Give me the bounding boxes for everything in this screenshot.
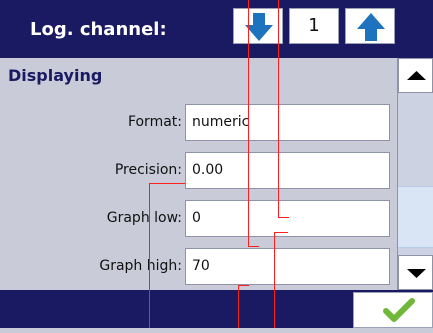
annotation-line-top-left-stub bbox=[248, 246, 259, 247]
header-bar: Log. channel: 1 bbox=[0, 0, 433, 58]
ok-button[interactable] bbox=[353, 292, 433, 328]
annotation-line-bottom-right-stub bbox=[274, 232, 288, 233]
form-row-precision: Precision: 0.00 bbox=[0, 152, 392, 189]
scroll-up-button[interactable] bbox=[398, 58, 433, 93]
form-row-graph-high: Graph high: 70 bbox=[0, 248, 392, 285]
annotation-line-bottom-right bbox=[274, 232, 275, 328]
annotation-line-bottom-center bbox=[238, 285, 239, 328]
precision-input[interactable]: 0.00 bbox=[185, 152, 390, 189]
section-title-displaying: Displaying bbox=[8, 66, 103, 85]
vertical-scrollbar[interactable] bbox=[397, 58, 433, 290]
graph-high-input[interactable]: 70 bbox=[185, 248, 390, 285]
log-channel-title: Log. channel: bbox=[30, 19, 167, 40]
annotation-line-top-left bbox=[248, 0, 249, 246]
annotation-line-bottom-left bbox=[149, 183, 150, 328]
log-channel-up-button[interactable] bbox=[345, 8, 395, 44]
triangle-down-icon bbox=[407, 269, 426, 278]
scroll-down-button[interactable] bbox=[398, 255, 433, 290]
graph-low-label: Graph low: bbox=[106, 210, 182, 226]
graph-high-label: Graph high: bbox=[99, 258, 182, 274]
precision-label: Precision: bbox=[114, 162, 182, 178]
form-row-format: Format: numeric bbox=[0, 104, 392, 141]
format-input[interactable]: numeric bbox=[185, 104, 390, 141]
form-row-graph-low: Graph low: 0 bbox=[0, 200, 392, 237]
arrow-down-icon bbox=[245, 13, 273, 41]
scrollbar-thumb[interactable] bbox=[398, 186, 433, 248]
annotation-line-top-right bbox=[278, 0, 279, 217]
triangle-up-icon bbox=[407, 71, 426, 80]
log-channel-counter: 1 bbox=[289, 8, 339, 44]
annotation-line-top-right-stub bbox=[278, 217, 289, 218]
arrow-up-icon bbox=[357, 13, 385, 41]
log-channel-down-button[interactable] bbox=[233, 8, 283, 44]
checkmark-icon bbox=[383, 298, 415, 322]
annotation-line-bottom-center-stub bbox=[238, 285, 249, 286]
annotation-line-bottom-left-stub bbox=[149, 183, 185, 184]
format-label: Format: bbox=[127, 114, 182, 130]
